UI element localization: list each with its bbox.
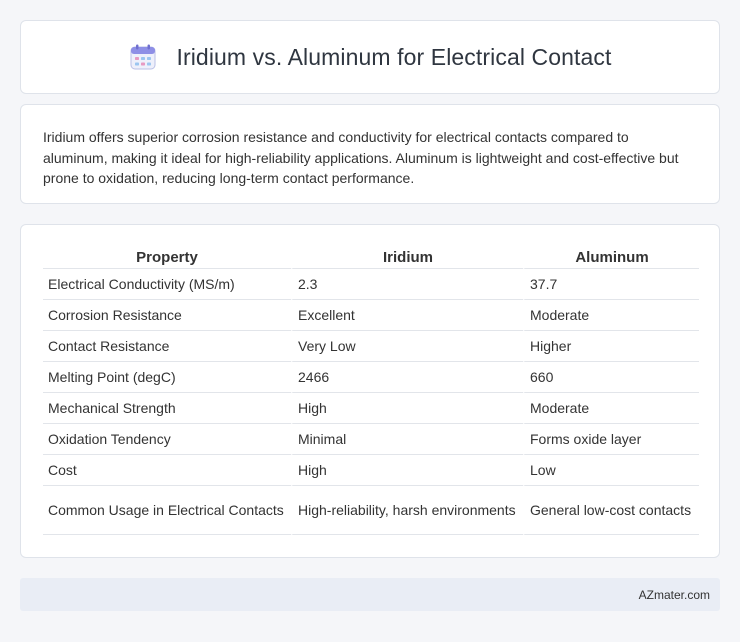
aluminum-cell: Moderate <box>523 393 699 424</box>
table-row: Cost High Low <box>43 455 699 486</box>
aluminum-cell: 37.7 <box>523 269 699 300</box>
aluminum-cell: Low <box>523 455 699 486</box>
column-header-property: Property <box>43 245 291 269</box>
iridium-cell: Minimal <box>291 424 523 455</box>
property-cell: Cost <box>43 455 291 486</box>
table-row: Common Usage in Electrical Contacts High… <box>43 486 699 535</box>
column-header-iridium: Iridium <box>291 245 523 269</box>
title-card: Iridium vs. Aluminum for Electrical Cont… <box>20 20 720 94</box>
table-header-row: Property Iridium Aluminum <box>43 245 699 269</box>
summary-card: Iridium offers superior corrosion resist… <box>20 104 720 204</box>
aluminum-cell: Forms oxide layer <box>523 424 699 455</box>
footer: AZmater.com <box>20 578 720 611</box>
table-row: Melting Point (degC) 2466 660 <box>43 362 699 393</box>
iridium-cell: 2.3 <box>291 269 523 300</box>
footer-site-name: AZmater.com <box>638 587 710 602</box>
property-cell: Electrical Conductivity (MS/m) <box>43 269 291 300</box>
iridium-cell: Excellent <box>291 300 523 331</box>
table-row: Electrical Conductivity (MS/m) 2.3 37.7 <box>43 269 699 300</box>
property-cell: Oxidation Tendency <box>43 424 291 455</box>
iridium-cell: High <box>291 455 523 486</box>
property-cell: Mechanical Strength <box>43 393 291 424</box>
table-row: Contact Resistance Very Low Higher <box>43 331 699 362</box>
aluminum-cell: Higher <box>523 331 699 362</box>
title-wrap: Iridium vs. Aluminum for Electrical Cont… <box>128 42 611 72</box>
comparison-table-card: Property Iridium Aluminum Electrical Con… <box>20 224 720 558</box>
column-header-aluminum: Aluminum <box>523 245 699 269</box>
property-cell: Melting Point (degC) <box>43 362 291 393</box>
page-title: Iridium vs. Aluminum for Electrical Cont… <box>176 43 612 70</box>
aluminum-cell: Moderate <box>523 300 699 331</box>
property-cell: Contact Resistance <box>43 331 291 362</box>
table-row: Corrosion Resistance Excellent Moderate <box>43 300 699 331</box>
aluminum-cell: General low-cost contacts <box>523 486 699 535</box>
comparison-table: Property Iridium Aluminum Electrical Con… <box>43 245 699 535</box>
table-row: Oxidation Tendency Minimal Forms oxide l… <box>43 424 699 455</box>
iridium-cell: High-reliability, harsh environments <box>291 486 523 535</box>
calendar-icon <box>130 44 156 70</box>
iridium-cell: High <box>291 393 523 424</box>
summary-text: Iridium offers superior corrosion resist… <box>43 129 679 186</box>
property-cell: Corrosion Resistance <box>43 300 291 331</box>
iridium-cell: 2466 <box>291 362 523 393</box>
aluminum-cell: 660 <box>523 362 699 393</box>
iridium-cell: Very Low <box>291 331 523 362</box>
table-row: Mechanical Strength High Moderate <box>43 393 699 424</box>
property-cell: Common Usage in Electrical Contacts <box>43 486 291 535</box>
